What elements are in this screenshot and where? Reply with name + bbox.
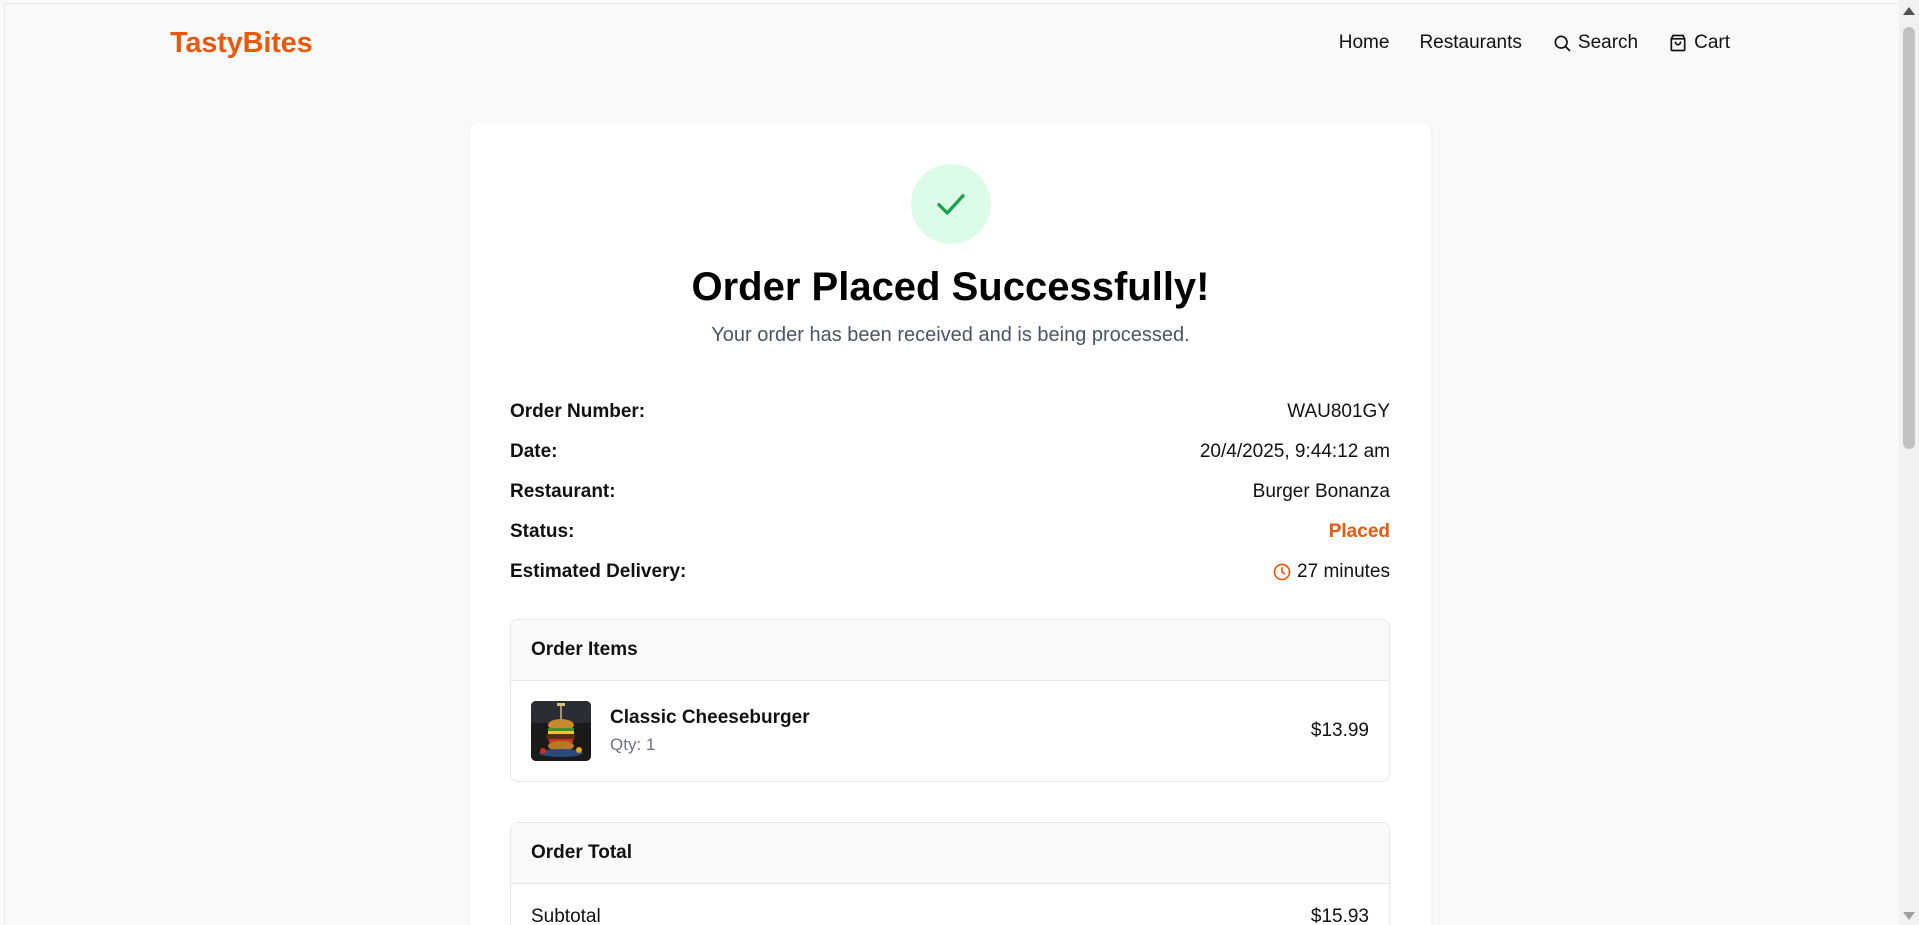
confirmation-subtitle: Your order has been received and is bein…	[711, 324, 1190, 346]
eta-value: 27 minutes	[1297, 561, 1390, 582]
order-item: Classic Cheeseburger Qty: 1 $13.99	[511, 681, 1389, 781]
subtotal-value: $15.93	[1310, 906, 1369, 925]
order-date-value: 20/4/2025, 9:44:12 am	[1199, 441, 1390, 462]
top-nav-bar: TastyBites Home Restaurants Search Cart	[0, 0, 1899, 90]
nav-cart-label: Cart	[1694, 32, 1730, 53]
status-row: Status: Placed	[510, 512, 1390, 552]
nav-home-label: Home	[1338, 32, 1390, 53]
scroll-down-arrow-icon[interactable]	[1903, 912, 1915, 920]
shopping-bag-icon	[1670, 34, 1686, 52]
restaurant-label: Restaurant:	[510, 481, 616, 502]
nav-search-label: Search	[1577, 32, 1639, 53]
restaurant-row: Restaurant: Burger Bonanza	[510, 472, 1390, 512]
item-thumbnail	[531, 701, 591, 761]
eta-row: Estimated Delivery: 27 minutes	[510, 552, 1390, 592]
clock-icon	[1273, 563, 1291, 581]
scroll-up-arrow-icon[interactable]	[1903, 7, 1915, 15]
nav-home-link[interactable]: Home	[1339, 32, 1390, 54]
order-total-heading: Order Total	[511, 823, 1389, 884]
order-items-panel: Order Items Classic Cheeseburger Qty: 1 …	[510, 619, 1390, 782]
confirmation-title: Order Placed Successfully!	[691, 265, 1210, 309]
check-icon	[937, 194, 965, 215]
nav-restaurants-link[interactable]: Restaurants	[1419, 32, 1521, 54]
nav-search-link[interactable]: Search	[1552, 32, 1638, 54]
search-icon	[1554, 35, 1571, 52]
subtotal-row: Subtotal $15.93	[511, 884, 1389, 925]
order-details: Order Number: WAU801GY Date: 20/4/2025, …	[510, 392, 1390, 592]
eta-value-wrap: 27 minutes	[1272, 561, 1390, 583]
nav-cart-link[interactable]: Cart	[1668, 32, 1730, 54]
restaurant-value: Burger Bonanza	[1252, 481, 1390, 502]
subtotal-label: Subtotal	[531, 906, 601, 925]
order-total-panel: Order Total Subtotal $15.93	[510, 822, 1390, 925]
eta-label: Estimated Delivery:	[510, 561, 687, 582]
order-items-heading: Order Items	[511, 620, 1389, 681]
scrollbar-thumb[interactable]	[1903, 27, 1915, 449]
success-badge	[911, 164, 991, 244]
status-label: Status:	[510, 521, 575, 542]
order-confirmation-card: Order Placed Successfully! Your order ha…	[470, 123, 1431, 925]
nav-restaurants-label: Restaurants	[1419, 32, 1522, 53]
order-date-row: Date: 20/4/2025, 9:44:12 am	[510, 432, 1390, 472]
item-info: Classic Cheeseburger Qty: 1	[610, 707, 1311, 755]
order-number-row: Order Number: WAU801GY	[510, 392, 1390, 432]
status-badge: Placed	[1328, 521, 1390, 542]
item-price: $13.99	[1310, 720, 1369, 741]
main-nav: Home Restaurants Search Cart	[1309, 32, 1730, 54]
item-qty: Qty: 1	[610, 735, 656, 754]
item-name: Classic Cheeseburger	[610, 707, 810, 728]
order-date-label: Date:	[510, 441, 558, 462]
order-number-label: Order Number:	[510, 401, 646, 422]
order-number-value: WAU801GY	[1287, 401, 1390, 422]
vertical-scrollbar[interactable]	[1899, 0, 1919, 925]
brand-logo[interactable]: TastyBites	[170, 27, 313, 60]
